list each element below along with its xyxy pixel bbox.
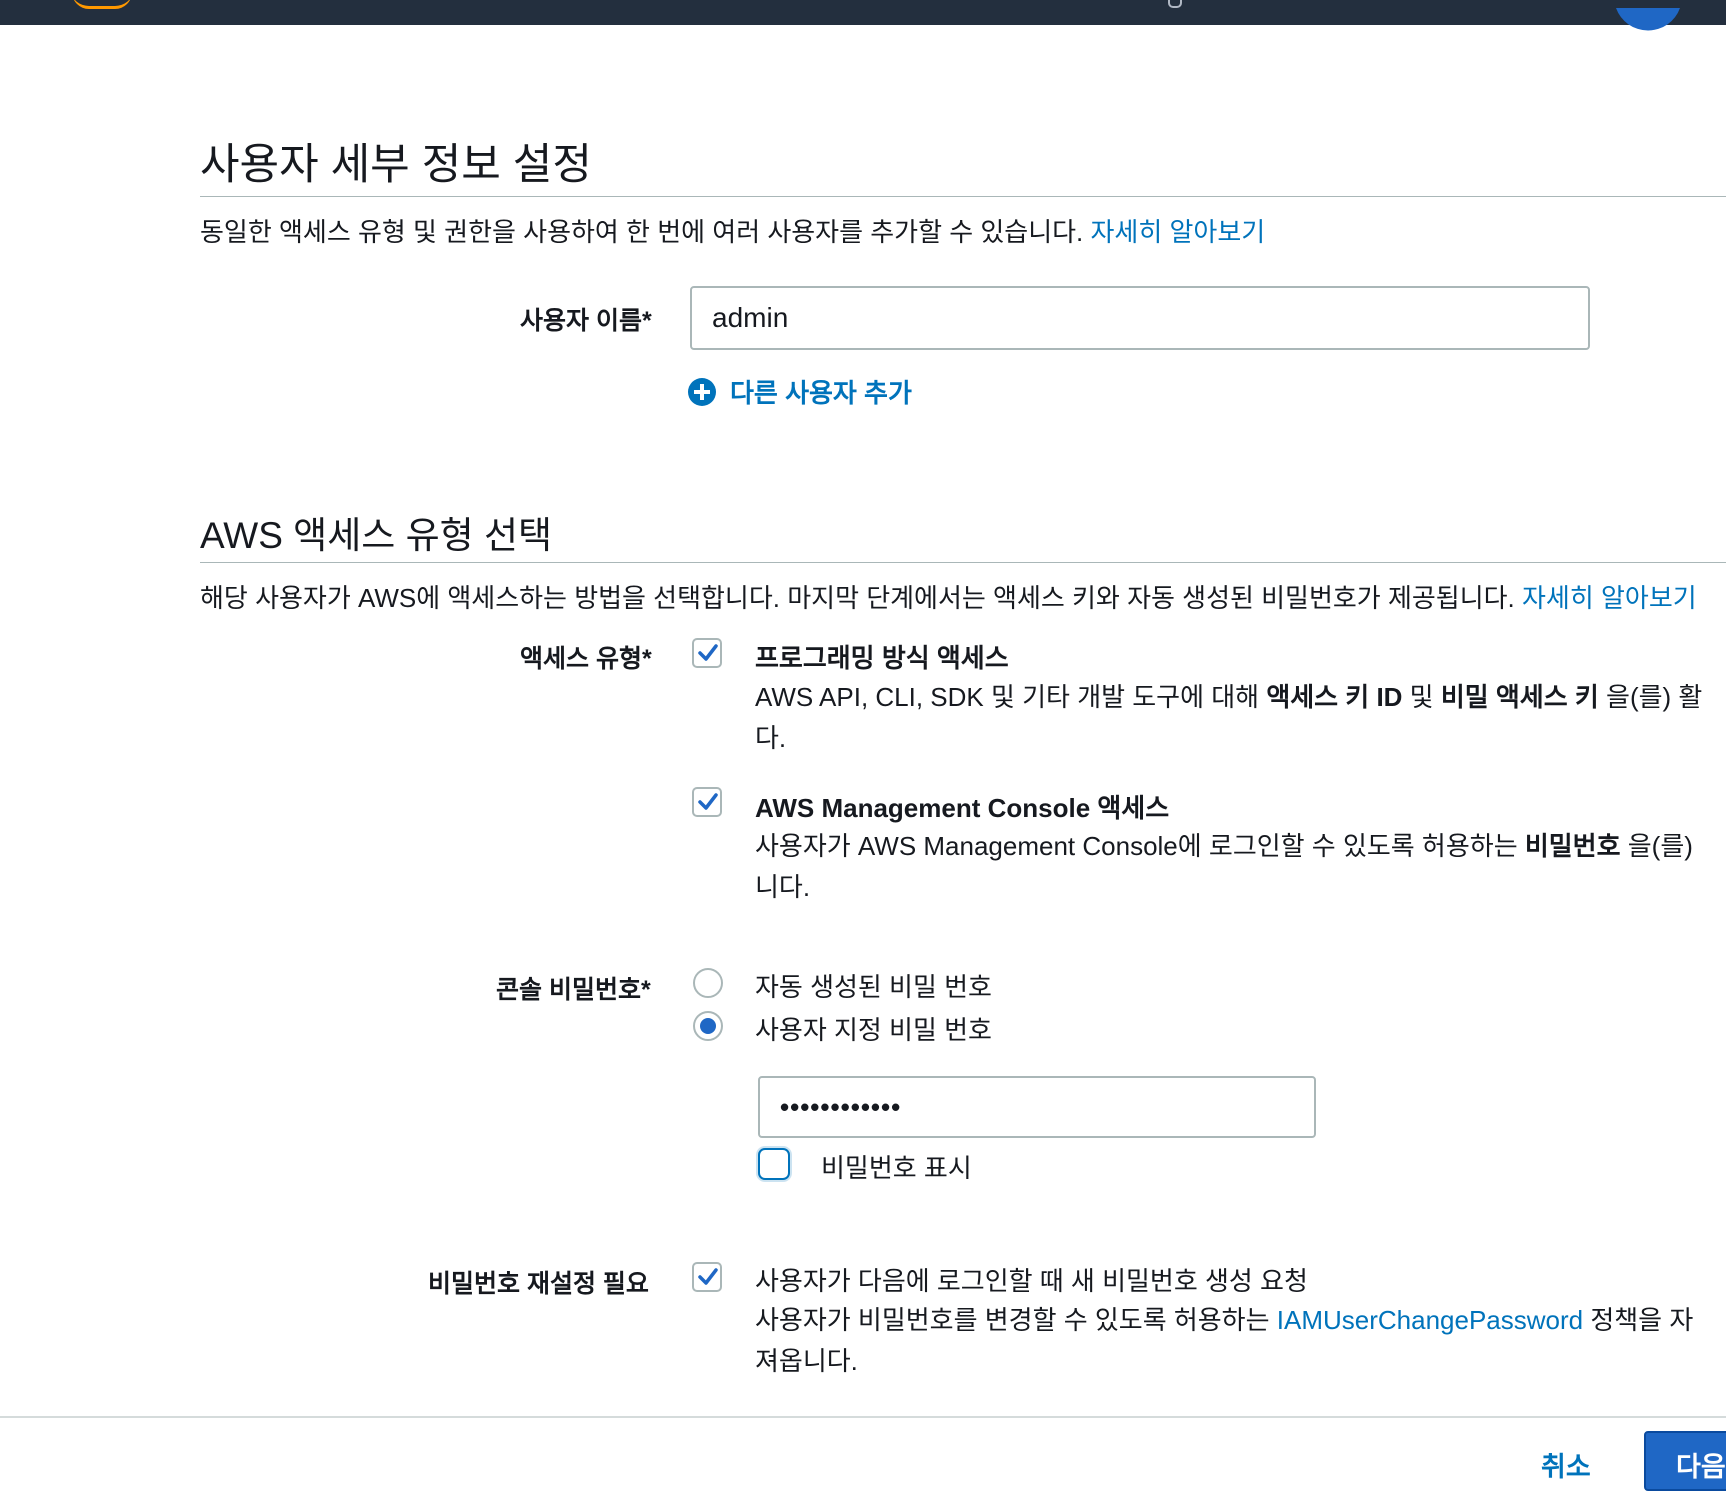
- access-type-label: 액세스 유형*: [520, 645, 652, 673]
- footer-divider: [0, 1416, 1726, 1418]
- auto-password-radio[interactable]: [693, 968, 723, 998]
- top-navigation-bar: [0, 0, 1726, 25]
- step-progress-circle-icon: [1616, 8, 1680, 31]
- programmatic-access-description: AWS API, CLI, SDK 및 기타 개발 도구에 대해 액세스 키 I…: [755, 682, 1703, 753]
- programmatic-access-checkbox[interactable]: [692, 638, 722, 668]
- custom-password-label: 사용자 지정 비밀 번호: [755, 1015, 992, 1045]
- access-learn-more-link[interactable]: 자세히 알아보기: [1522, 583, 1697, 613]
- checkmark-icon: [698, 1268, 718, 1285]
- password-reset-text: 사용자가 다음에 로그인할 때 새 비밀번호 생성 요청: [755, 1266, 1308, 1296]
- section-divider: [200, 562, 1726, 563]
- auto-password-label: 자동 생성된 비밀 번호: [755, 972, 992, 1002]
- show-password-checkbox[interactable]: [758, 1148, 790, 1180]
- access-section-title: AWS 액세스 유형 선택: [200, 515, 553, 556]
- programmatic-access-title: 프로그래밍 방식 액세스: [755, 643, 1009, 673]
- access-section-description: 해당 사용자가 AWS에 액세스하는 방법을 선택합니다. 마지막 단계에서는 …: [200, 583, 1697, 613]
- user-name-label: 사용자 이름*: [520, 307, 652, 335]
- console-access-description: 사용자가 AWS Management Console에 로그인할 수 있도록 …: [755, 831, 1693, 902]
- cancel-button[interactable]: 취소: [1541, 1445, 1591, 1484]
- nav-glyph-fragment: [1168, 0, 1182, 8]
- password-reset-description: 사용자가 비밀번호를 변경할 수 있도록 허용하는 IAMUserChangeP…: [755, 1305, 1694, 1376]
- page-description: 동일한 액세스 유형 및 권한을 사용하여 한 번에 여러 사용자를 추가할 수…: [200, 217, 1266, 247]
- password-reset-label: 비밀번호 재설정 필요: [428, 1270, 649, 1298]
- add-another-user-label: 다른 사용자 추가: [730, 378, 912, 408]
- console-password-label: 콘솔 비밀번호*: [496, 976, 651, 1004]
- console-access-title: AWS Management Console 액세스: [755, 793, 1170, 823]
- page-title: 사용자 세부 정보 설정: [200, 141, 592, 189]
- aws-logo[interactable]: [72, 0, 132, 9]
- user-name-input[interactable]: [690, 286, 1590, 350]
- custom-password-radio[interactable]: [693, 1011, 723, 1041]
- learn-more-link[interactable]: 자세히 알아보기: [1091, 217, 1266, 247]
- console-access-checkbox[interactable]: [692, 787, 722, 817]
- checkmark-icon: [698, 644, 718, 661]
- title-divider: [200, 196, 1726, 197]
- show-password-label: 비밀번호 표시: [821, 1153, 972, 1183]
- password-reset-checkbox[interactable]: [692, 1262, 722, 1292]
- next-button[interactable]: 다음: 권한: [1644, 1431, 1726, 1491]
- add-another-user-button[interactable]: 다른 사용자 추가: [688, 373, 912, 410]
- add-circle-icon: [688, 377, 716, 406]
- custom-password-input[interactable]: ••••••••••••: [758, 1076, 1316, 1138]
- checkmark-icon: [698, 793, 718, 810]
- iam-policy-link[interactable]: IAMUserChangePassword: [1277, 1305, 1583, 1335]
